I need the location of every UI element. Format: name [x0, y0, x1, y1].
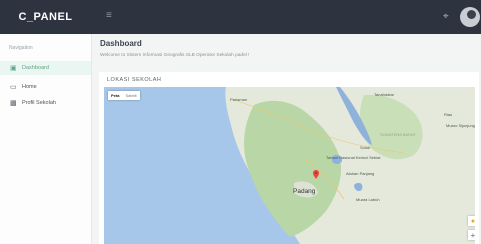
map-type-peta[interactable]: Peta — [108, 91, 122, 100]
hamburger-icon[interactable]: ≡ — [106, 10, 112, 21]
place-label: Muaro Sijunjung — [446, 123, 475, 128]
map-view[interactable]: Peta Satelit Pariaman Tanahdatar Riau Mu… — [104, 87, 475, 244]
place-label: Riau — [444, 112, 453, 117]
map-canvas — [104, 87, 475, 244]
panel-title: LOKASI SEKOLAH — [107, 77, 162, 83]
sidebar-item-home[interactable]: ▭ Home — [0, 80, 91, 94]
sidebar-title: Navigation — [9, 45, 33, 51]
page-subtitle: Welcome to Sistem Informasi Geografis SL… — [100, 53, 250, 58]
city-label-padang: Padang — [293, 188, 316, 195]
monitor-icon: ▭ — [10, 84, 17, 91]
place-label: Pariaman — [230, 97, 248, 102]
building-icon: ▩ — [10, 100, 17, 107]
fullscreen-icon[interactable]: ⌖ — [443, 11, 449, 22]
sidebar-item-dashboard[interactable]: ▣ Dashboard — [0, 61, 91, 75]
brand-logo[interactable]: C_PANEL — [0, 0, 91, 34]
page-title: Dashboard — [100, 39, 142, 48]
sidebar-item-profil-sekolah[interactable]: ▩ Profil Sekolah — [0, 96, 91, 110]
sidebar-item-label: Dashboard — [22, 65, 49, 71]
place-label: Muara Labuh — [356, 197, 380, 202]
top-navbar: C_PANEL ≡ ⌖ — [0, 0, 481, 34]
map-panel: LOKASI SEKOLAH Peta Satelit Pariaman Tan… — [99, 72, 479, 244]
place-label: Tanahdatar — [374, 92, 395, 97]
user-avatar[interactable] — [460, 7, 480, 27]
place-label: Alahan Panjang — [346, 171, 375, 176]
sidebar-item-label: Home — [22, 84, 37, 90]
dashboard-icon: ▣ — [10, 65, 17, 72]
map-type-toggle[interactable]: Peta Satelit — [108, 91, 140, 100]
place-label: Taman Nasional Kerinci Seblat — [326, 155, 381, 160]
map-type-satelit[interactable]: Satelit — [122, 91, 139, 100]
place-label: SUMATERA BARAT — [380, 132, 416, 137]
pegman-icon[interactable]: ● — [468, 216, 475, 226]
sidebar-item-label: Profil Sekolah — [22, 100, 56, 106]
zoom-in-button[interactable]: + — [468, 230, 475, 240]
map-marker-icon[interactable] — [313, 170, 319, 179]
place-label: Solok — [360, 145, 371, 150]
